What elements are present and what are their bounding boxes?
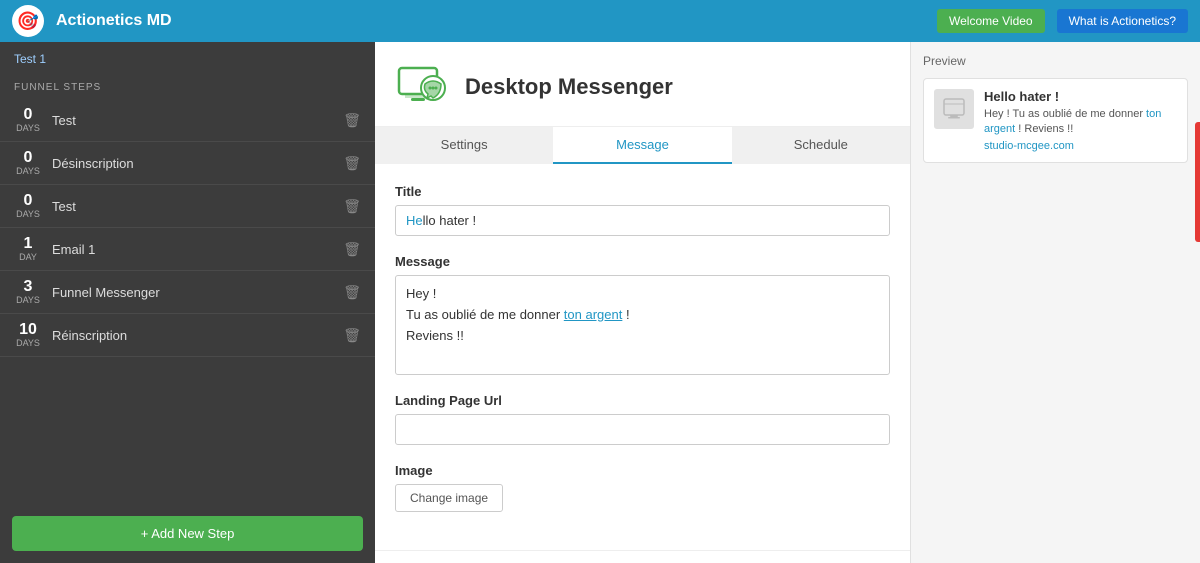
step-day-6: 10 DAYS	[14, 322, 42, 348]
title-field-group: Title Hello hater !	[395, 184, 890, 236]
tab-settings[interactable]: Settings	[375, 127, 553, 164]
preview-content: Hello hater ! Hey ! Tu as oublié de me d…	[984, 89, 1177, 152]
delete-step-5-icon[interactable]: 🗑	[343, 284, 361, 301]
page-header: Desktop Messenger	[375, 42, 910, 127]
app-logo: 🎯	[12, 5, 44, 37]
app-title: Actionetics MD	[56, 12, 925, 30]
funnel-step-6[interactable]: 10 DAYS Réinscription 🗑	[0, 314, 375, 357]
message-label: Message	[395, 254, 890, 269]
content-and-preview: Desktop Messenger Settings Message Sched…	[375, 42, 1200, 563]
message-field-group: Message Hey ! Tu as oublié de me donner …	[395, 254, 890, 375]
funnel-steps-list: 0 DAYS Test 🗑 0 DAYS Désinscription 🗑 0 …	[0, 99, 375, 357]
funnel-steps-label: FUNNEL STEPS	[0, 76, 375, 99]
step-day-2: 0 DAYS	[14, 150, 42, 176]
message-line2: Tu as oublié de me donner ton argent !	[406, 305, 879, 326]
message-link: ton argent	[564, 307, 623, 322]
landing-page-url-input[interactable]	[395, 414, 890, 445]
preview-message: Hey ! Tu as oublié de me donner ton arge…	[984, 107, 1177, 138]
preview-url: studio-mcgee.com	[984, 140, 1177, 152]
landing-page-url-label: Landing Page Url	[395, 393, 890, 408]
message-textarea[interactable]: Hey ! Tu as oublié de me donner ton arge…	[395, 275, 890, 375]
funnel-step-3[interactable]: 0 DAYS Test 🗑	[0, 185, 375, 228]
preview-card: Hello hater ! Hey ! Tu as oublié de me d…	[923, 78, 1188, 163]
step-day-5: 3 DAYS	[14, 279, 42, 305]
delete-step-1-icon[interactable]: 🗑	[343, 112, 361, 129]
title-input[interactable]: Hello hater !	[395, 205, 890, 236]
title-rest: llo hater !	[423, 213, 476, 228]
title-hello-highlight: He	[406, 213, 423, 228]
welcome-video-button[interactable]: Welcome Video	[937, 9, 1045, 33]
landing-page-url-field-group: Landing Page Url	[395, 393, 890, 445]
funnel-step-1[interactable]: 0 DAYS Test 🗑	[0, 99, 375, 142]
delete-step-2-icon[interactable]: 🗑	[343, 155, 361, 172]
tab-bar: Settings Message Schedule	[375, 127, 910, 164]
tab-message[interactable]: Message	[553, 127, 731, 164]
add-new-step-button[interactable]: + Add New Step	[12, 516, 363, 551]
preview-label: Preview	[923, 54, 1188, 68]
image-field-group: Image Change image	[395, 463, 890, 512]
form-area: Title Hello hater ! Message Hey ! Tu as …	[375, 164, 910, 550]
step-day-1: 0 DAYS	[14, 107, 42, 133]
delete-step-4-icon[interactable]: 🗑	[343, 241, 361, 258]
title-label: Title	[395, 184, 890, 199]
delete-step-3-icon[interactable]: 🗑	[343, 198, 361, 215]
sidebar: Test 1 FUNNEL STEPS 0 DAYS Test 🗑 0 DAYS…	[0, 42, 375, 563]
main-content: Desktop Messenger Settings Message Sched…	[375, 42, 910, 563]
top-header: 🎯 Actionetics MD Welcome Video What is A…	[0, 0, 1200, 42]
page-title: Desktop Messenger	[465, 74, 673, 100]
preview-title: Hello hater !	[984, 89, 1177, 104]
delete-step-6-icon[interactable]: 🗑	[343, 327, 361, 344]
funnel-step-2[interactable]: 0 DAYS Désinscription 🗑	[0, 142, 375, 185]
form-footer: Save & Exit Next Step	[375, 550, 910, 563]
main-layout: Test 1 FUNNEL STEPS 0 DAYS Test 🗑 0 DAYS…	[0, 42, 1200, 563]
tab-schedule[interactable]: Schedule	[732, 127, 910, 164]
funnel-step-4[interactable]: 1 DAY Email 1 🗑	[0, 228, 375, 271]
message-line1: Hey !	[406, 284, 879, 305]
desktop-messenger-icon	[395, 60, 449, 114]
red-side-indicator	[1195, 122, 1200, 242]
image-label: Image	[395, 463, 890, 478]
funnel-step-5[interactable]: 3 DAYS Funnel Messenger 🗑	[0, 271, 375, 314]
preview-thumbnail	[934, 89, 974, 129]
step-day-4: 1 DAY	[14, 236, 42, 262]
what-is-actionetics-button[interactable]: What is Actionetics?	[1057, 9, 1188, 33]
change-image-button[interactable]: Change image	[395, 484, 503, 512]
breadcrumb: Test 1	[0, 42, 375, 76]
step-day-3: 0 DAYS	[14, 193, 42, 219]
message-line3: Reviens !!	[406, 326, 879, 347]
preview-panel: Preview Hello hater ! Hey ! Tu as oublié…	[910, 42, 1200, 563]
